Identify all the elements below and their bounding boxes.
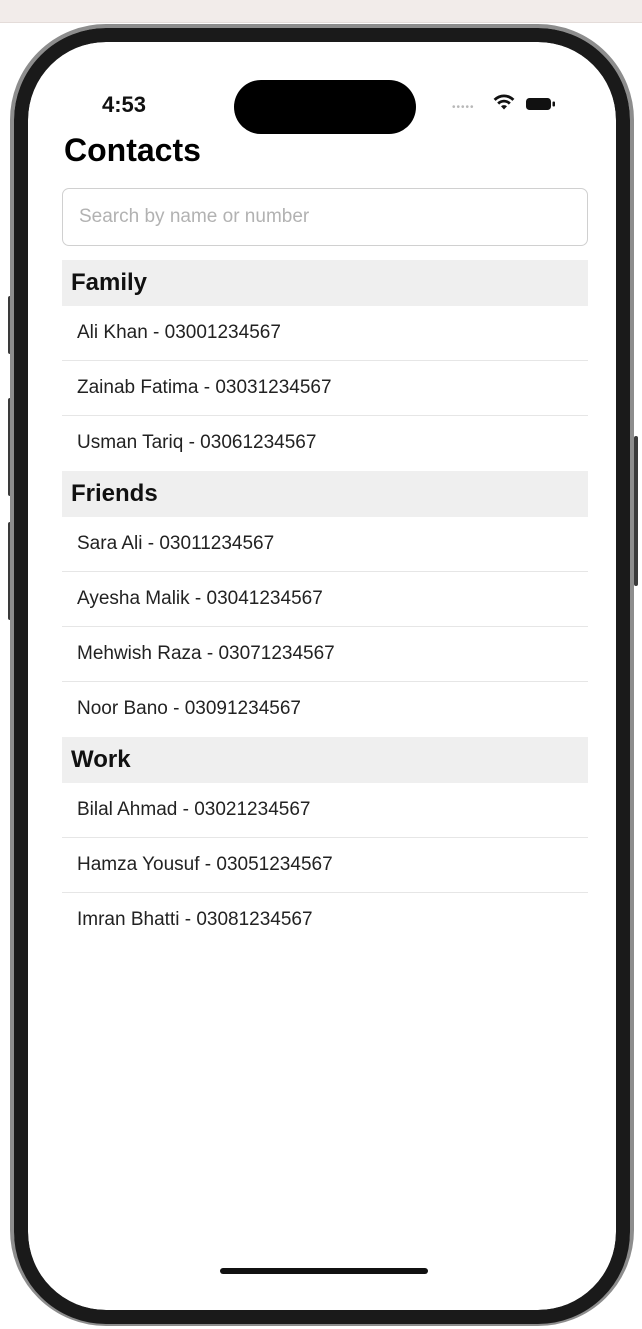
section-header-work: Work [62, 737, 588, 783]
contact-row[interactable]: Mehwish Raza - 03071234567 [62, 627, 588, 682]
section-header-family: Family [62, 260, 588, 306]
battery-icon [526, 98, 555, 110]
status-time: 4:53 [102, 92, 147, 117]
contact-row[interactable]: Ali Khan - 03001234567 [62, 306, 588, 361]
power-button [634, 436, 638, 586]
cellular-signal-icon: ••••• [452, 102, 475, 113]
contact-row[interactable]: Bilal Ahmad - 03021234567 [62, 783, 588, 838]
wifi-icon [493, 94, 515, 110]
contact-row[interactable]: Hamza Yousuf - 03051234567 [62, 838, 588, 893]
contact-row[interactable]: Sara Ali - 03011234567 [62, 517, 588, 572]
contact-row[interactable]: Zainab Fatima - 03031234567 [62, 361, 588, 416]
contact-row[interactable]: Usman Tariq - 03061234567 [62, 416, 588, 471]
host-window-strip [0, 0, 642, 23]
contacts-list[interactable]: Family Ali Khan - 03001234567 Zainab Fat… [62, 260, 588, 948]
phone-screen: 4:53 ••••• Contacts Family Ali Khan - 03… [28, 42, 616, 1310]
contact-row[interactable]: Imran Bhatti - 03081234567 [62, 893, 588, 948]
dynamic-island [234, 80, 416, 134]
section-header-friends: Friends [62, 471, 588, 517]
search-input[interactable] [62, 188, 588, 246]
contact-row[interactable]: Noor Bano - 03091234567 [62, 682, 588, 737]
home-indicator[interactable] [220, 1268, 428, 1274]
page-title: Contacts [64, 132, 201, 168]
phone-frame: 4:53 ••••• Contacts Family Ali Khan - 03… [14, 28, 630, 1324]
contact-row[interactable]: Ayesha Malik - 03041234567 [62, 572, 588, 627]
